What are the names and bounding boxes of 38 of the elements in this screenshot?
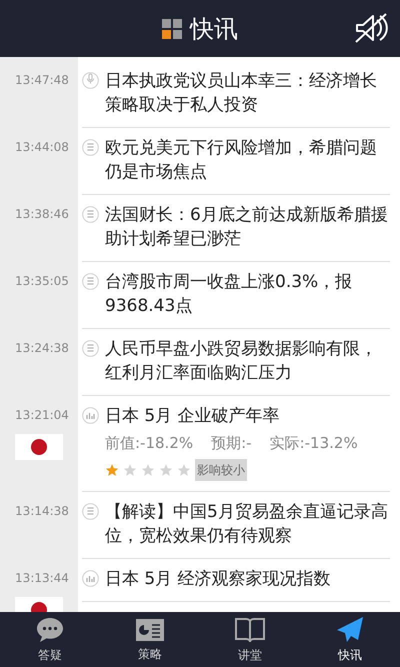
star-icon [105,462,119,476]
document-icon [82,273,99,290]
star-icon [177,462,191,476]
time-label: 13:14:38 [14,502,69,520]
document-icon [82,206,99,223]
bottom-tab[interactable]: 快讯 [300,612,400,667]
microphone-icon [82,72,99,89]
paper-plane-icon [335,616,365,644]
time-label: 13:24:38 [14,340,69,357]
bottom-tab[interactable]: 答疑 [0,612,100,667]
page-title: 快讯 [190,14,238,44]
star-icon [159,462,173,476]
time-label: 13:38:46 [14,206,69,223]
bar-chart-icon [82,570,99,586]
document-icon [82,340,99,357]
strategy-card-icon [135,616,165,642]
bar-chart-icon [82,407,99,424]
chat-bubble-icon [35,616,65,644]
star-icon [141,462,155,476]
time-label: 13:35:05 [14,273,69,290]
document-icon [82,139,99,156]
forecast-value: 预期:- [211,433,252,454]
impact-badge: 影响较小 [195,458,247,480]
time-label: 13:13:44 [14,570,69,586]
document-icon [82,502,99,520]
time-label: 13:21:04 [14,407,69,424]
bottom-tab[interactable]: 讲堂 [200,612,300,667]
japan-flag-icon [15,434,63,460]
previous-value: 前值:-18.2% [105,433,194,454]
book-icon [234,616,266,644]
bottom-tab[interactable]: 策略 [100,612,200,667]
actual-value: 实际:-13.2% [270,433,358,454]
star-icon [123,462,137,476]
news-headline[interactable]: 日本 5月 企业破产年率 [105,404,390,428]
time-label: 13:44:08 [14,139,69,156]
grid-logo-icon [162,18,182,38]
speaker-icon [353,11,389,45]
time-label: 13:47:48 [14,72,69,89]
